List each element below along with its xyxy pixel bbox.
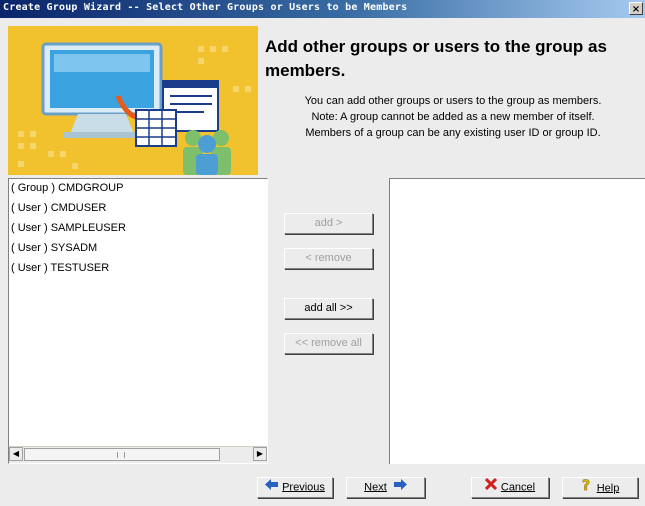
description-line: Note: A group cannot be added as a new m…	[311, 111, 595, 123]
help-button[interactable]: ? Help	[562, 477, 638, 498]
title-bar: Create Group Wizard -- Select Other Grou…	[0, 0, 645, 18]
help-question-icon: ?	[581, 478, 593, 499]
available-list[interactable]: ( Group ) CMDGROUP ( User ) CMDUSER ( Us…	[8, 178, 268, 464]
arrow-right-icon	[393, 478, 407, 497]
scroll-right-icon[interactable]: ▶	[253, 447, 267, 461]
help-label: Help	[596, 482, 620, 495]
window-title: Create Group Wizard -- Select Other Grou…	[3, 2, 408, 13]
add-all-button[interactable]: add all >>	[284, 298, 373, 319]
list-item[interactable]: ( User ) CMDUSER	[9, 199, 267, 219]
next-label: Next	[364, 481, 387, 494]
cancel-label: Cancel	[500, 481, 536, 494]
description-line: You can add other groups or users to the…	[304, 95, 602, 107]
horizontal-scrollbar[interactable]: ◀ ▶	[9, 446, 267, 463]
arrow-left-icon	[265, 478, 279, 497]
cancel-button[interactable]: Cancel	[471, 477, 549, 498]
previous-label: Previous	[282, 481, 325, 494]
available-list-items: ( Group ) CMDGROUP ( User ) CMDUSER ( Us…	[9, 179, 267, 446]
scroll-thumb[interactable]	[24, 448, 220, 461]
description: You can add other groups or users to the…	[268, 93, 638, 141]
previous-button[interactable]: Previous	[257, 477, 333, 498]
svg-text:?: ?	[582, 478, 590, 492]
remove-button[interactable]: < remove	[284, 248, 373, 269]
list-item[interactable]: ( User ) TESTUSER	[9, 259, 267, 279]
page-heading: Add other groups or users to the group a…	[265, 37, 607, 80]
description-line: Members of a group can be any existing u…	[305, 127, 601, 139]
close-icon[interactable]: ×	[629, 2, 643, 15]
scroll-left-icon[interactable]: ◀	[9, 447, 23, 461]
add-button[interactable]: add >	[284, 213, 373, 234]
cancel-x-icon	[484, 477, 497, 497]
remove-all-button[interactable]: << remove all	[284, 333, 373, 354]
members-list[interactable]	[389, 178, 645, 464]
grip-icon	[117, 452, 125, 458]
list-item[interactable]: ( User ) SAMPLEUSER	[9, 219, 267, 239]
next-button[interactable]: Next	[346, 477, 425, 498]
wizard-banner-image	[8, 26, 258, 175]
list-item[interactable]: ( Group ) CMDGROUP	[9, 179, 267, 199]
list-item[interactable]: ( User ) SYSADM	[9, 239, 267, 259]
